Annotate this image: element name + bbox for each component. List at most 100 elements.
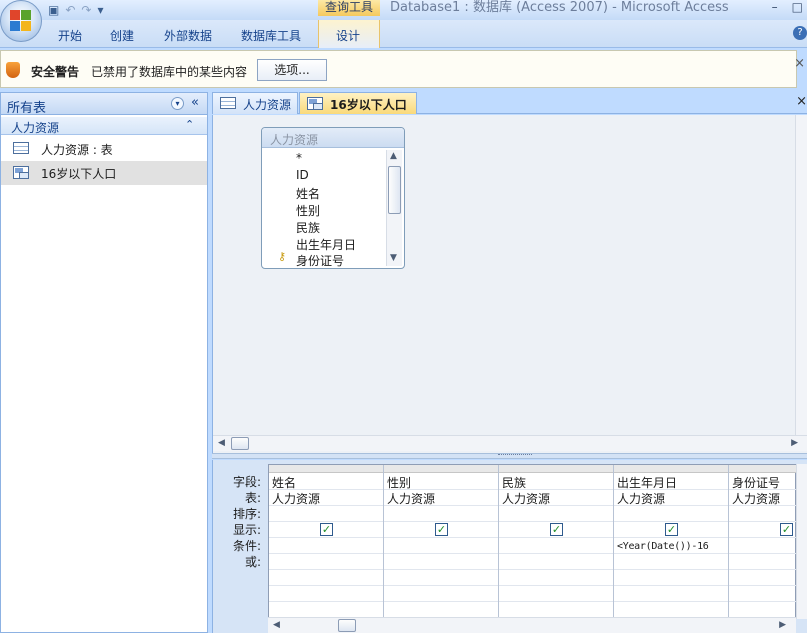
show-checkbox[interactable]: ✓	[780, 523, 793, 536]
tab-external-data[interactable]: 外部数据	[164, 27, 212, 44]
grid-cell-table[interactable]: 人力资源	[732, 490, 780, 507]
row-label-show: 显示:	[232, 523, 261, 537]
restore-button[interactable]: □	[792, 0, 803, 14]
scroll-thumb[interactable]	[231, 437, 249, 450]
field-list-title-bar[interactable]: 人力资源	[262, 128, 404, 148]
upper-pane-horizontal-scrollbar[interactable]: ◀ ▶	[213, 435, 807, 451]
scroll-down-icon[interactable]: ▼	[390, 253, 397, 263]
column-selector[interactable]	[499, 465, 613, 473]
office-button[interactable]	[0, 0, 42, 42]
options-button[interactable]: 选项...	[257, 59, 327, 81]
scroll-thumb[interactable]	[338, 619, 356, 632]
show-checkbox[interactable]: ✓	[435, 523, 448, 536]
field-item-name[interactable]: 姓名	[296, 185, 320, 202]
query-icon	[13, 166, 29, 179]
redo-icon[interactable]: ↷	[81, 3, 91, 17]
row-label-or: 或:	[244, 555, 261, 569]
nav-group-header[interactable]: 人力资源 ⌃	[1, 117, 207, 135]
save-icon[interactable]: ▣	[48, 3, 59, 17]
chevron-up-icon[interactable]: ⌃	[185, 118, 194, 131]
row-label-table: 表:	[244, 491, 261, 505]
nav-item-under16-query[interactable]: 16岁以下人口	[1, 161, 207, 185]
grid-cell-field[interactable]: 身份证号	[732, 474, 780, 491]
field-item-ethnicity[interactable]: 民族	[296, 219, 320, 236]
grid-column-5[interactable]: 身份证号 人力资源 ✓	[729, 465, 797, 620]
grid-cell-table[interactable]: 人力资源	[502, 490, 550, 507]
security-warning-message: 已禁用了数据库中的某些内容	[91, 65, 248, 79]
scroll-thumb[interactable]	[388, 166, 401, 214]
tab-hr-table[interactable]: 人力资源	[212, 92, 298, 114]
show-checkbox[interactable]: ✓	[320, 523, 333, 536]
grid-cell-field[interactable]: 姓名	[272, 474, 296, 491]
show-checkbox[interactable]: ✓	[550, 523, 563, 536]
scroll-up-icon[interactable]: ▲	[390, 151, 397, 161]
minimize-button[interactable]: –	[772, 0, 778, 14]
column-selector[interactable]	[384, 465, 498, 473]
grid-cell-field[interactable]: 民族	[502, 474, 526, 491]
context-tab-query-tools: 查询工具	[318, 0, 380, 16]
document-tabs: 人力资源 16岁以下人口	[212, 92, 807, 114]
tab-label: 人力资源	[243, 98, 292, 112]
grid-cell-criteria[interactable]: <Year(Date())-16	[617, 541, 709, 552]
collapse-pane-icon[interactable]: «	[191, 95, 199, 110]
column-selector[interactable]	[729, 465, 797, 473]
grid-cell-field[interactable]: 性别	[387, 474, 411, 491]
grid-horizontal-scrollbar[interactable]: ◀ ▶	[268, 617, 796, 633]
grid-cell-table[interactable]: 人力资源	[387, 490, 435, 507]
close-document-icon[interactable]: ×	[796, 94, 807, 109]
office-logo-icon	[10, 10, 32, 32]
grid-vertical-scrollbar[interactable]	[796, 464, 807, 619]
field-item-gender[interactable]: 性别	[296, 202, 320, 219]
scroll-left-icon[interactable]: ◀	[218, 438, 225, 448]
customize-qat-icon[interactable]: ▾	[97, 3, 103, 17]
column-selector[interactable]	[269, 465, 383, 473]
field-item-all[interactable]: *	[296, 151, 302, 165]
field-item-id-number[interactable]: 身份证号	[296, 252, 344, 269]
grid-column-2[interactable]: 性别 人力资源 ✓	[384, 465, 499, 620]
query-design-grid-pane: 字段: 表: 排序: 显示: 条件: 或: 姓名 人力资源 ✓ 性别 人力资源 …	[212, 460, 807, 633]
grid-column-4[interactable]: 出生年月日 人力资源 ✓ <Year(Date())-16	[614, 465, 729, 620]
tab-under16-query[interactable]: 16岁以下人口	[299, 92, 417, 114]
show-checkbox[interactable]: ✓	[665, 523, 678, 536]
app-title: Database1 : 数据库 (Access 2007) - Microsof…	[390, 0, 729, 15]
security-warning-title: 安全警告	[31, 65, 80, 79]
tab-design[interactable]: 设计	[336, 27, 360, 44]
chevron-down-icon[interactable]: ▾	[171, 97, 184, 110]
undo-icon[interactable]: ↶	[65, 3, 75, 17]
scroll-left-icon[interactable]: ◀	[273, 620, 280, 630]
upper-pane-vertical-scrollbar[interactable]	[795, 115, 807, 435]
quick-access-toolbar: ▣ ↶ ↷ ▾	[48, 1, 104, 18]
grid-cell-field[interactable]: 出生年月日	[617, 474, 677, 491]
tab-database-tools[interactable]: 数据库工具	[241, 27, 301, 44]
field-list-hr[interactable]: 人力资源 * ID 姓名 性别 民族 出生年月日 ⚷ 身份证号 ▲ ▼	[261, 127, 405, 269]
tab-create[interactable]: 创建	[110, 27, 134, 44]
nav-item-hr-table[interactable]: 人力资源 : 表	[1, 137, 207, 161]
splitter-grip-icon[interactable]	[498, 454, 532, 458]
grid-column-1[interactable]: 姓名 人力资源 ✓	[269, 465, 384, 620]
grid-row-labels: 字段: 表: 排序: 显示: 条件: 或:	[213, 460, 267, 633]
grid-column-3[interactable]: 民族 人力资源 ✓	[499, 465, 614, 620]
nav-item-label: 人力资源 : 表	[41, 143, 113, 157]
design-grid: 姓名 人力资源 ✓ 性别 人力资源 ✓ 民族 人力资源 ✓ 出生年月日 人力资源…	[268, 464, 797, 620]
scroll-right-icon[interactable]: ▶	[779, 620, 786, 630]
nav-item-label: 16岁以下人口	[41, 167, 117, 181]
security-bar-close-icon[interactable]: ×	[794, 56, 805, 71]
field-list-scrollbar[interactable]: ▲ ▼	[386, 150, 402, 266]
shield-icon	[6, 62, 20, 78]
grid-cell-table[interactable]: 人力资源	[617, 490, 665, 507]
nav-group-title: 人力资源	[11, 121, 60, 135]
field-item-birthdate[interactable]: 出生年月日	[296, 236, 356, 253]
scroll-right-icon[interactable]: ▶	[791, 438, 798, 448]
primary-key-icon: ⚷	[278, 250, 287, 263]
help-icon[interactable]: ?	[793, 26, 807, 40]
query-design-upper-pane: 人力资源 * ID 姓名 性别 民族 出生年月日 ⚷ 身份证号 ▲ ▼ ◀ ▶	[212, 115, 807, 453]
nav-pane-title: 所有表	[7, 101, 47, 116]
tab-home[interactable]: 开始	[58, 27, 82, 44]
column-selector[interactable]	[614, 465, 728, 473]
grid-cell-table[interactable]: 人力资源	[272, 490, 320, 507]
field-item-id[interactable]: ID	[296, 168, 309, 182]
table-icon	[220, 97, 236, 109]
row-label-sort: 排序:	[232, 507, 261, 521]
pane-splitter[interactable]	[212, 453, 807, 459]
nav-pane-header[interactable]: 所有表 ▾ «	[1, 93, 207, 116]
